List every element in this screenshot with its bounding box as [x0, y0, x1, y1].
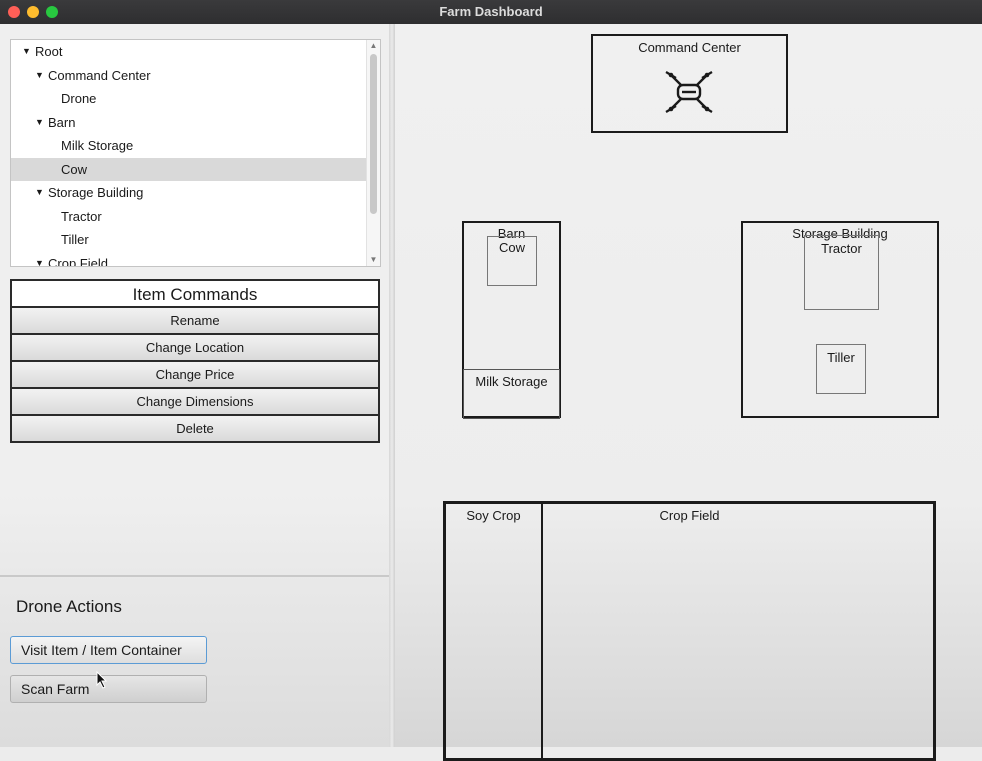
tree-scrollbar[interactable]: ▲ ▼ — [366, 40, 380, 266]
storage-building-box[interactable]: Storage Building Tractor Tiller — [741, 221, 939, 418]
delete-button[interactable]: Delete — [10, 416, 380, 443]
minimize-window-button[interactable] — [27, 6, 39, 18]
pane-divider — [0, 575, 389, 577]
change-dimensions-button[interactable]: Change Dimensions — [10, 389, 380, 416]
tree-item-crop-field[interactable]: ▼ Crop Field — [11, 252, 367, 267]
farm-map: Command Center Barn Cow Milk Storage Sto… — [395, 24, 982, 761]
window-title: Farm Dashboard — [439, 4, 543, 19]
scroll-up-icon[interactable]: ▲ — [367, 40, 380, 52]
rename-button[interactable]: Rename — [10, 308, 380, 335]
tree-item-tiller[interactable]: Tiller — [11, 228, 367, 251]
tree-item-command-center[interactable]: ▼ Command Center — [11, 64, 367, 87]
tree-item-drone[interactable]: Drone — [11, 87, 367, 110]
tree-item-label: Barn — [48, 115, 76, 130]
visit-item-button[interactable]: Visit Item / Item Container — [10, 636, 207, 664]
cow-label: Cow — [498, 240, 525, 255]
item-commands-title: Item Commands — [10, 279, 380, 308]
scroll-thumb[interactable] — [370, 54, 377, 214]
tree-item-label: Cow — [61, 162, 88, 177]
tree-item-label: Drone — [61, 91, 97, 106]
soy-crop-label: Soy Crop — [466, 508, 521, 523]
tree-item-label: Crop Field — [48, 256, 108, 267]
tree-item-tractor[interactable]: Tractor — [11, 205, 367, 228]
expand-triangle-icon[interactable]: ▼ — [35, 64, 44, 87]
tractor-box[interactable]: Tractor — [804, 235, 879, 310]
drone-icon[interactable] — [664, 67, 714, 117]
maximize-window-button[interactable] — [46, 6, 58, 18]
tree-item-label: Milk Storage — [61, 138, 134, 153]
drone-actions-title: Drone Actions — [16, 597, 122, 616]
change-price-button[interactable]: Change Price — [10, 362, 380, 389]
left-pane: ▼ Root ▼ Command Center Drone ▼ Barn Mil… — [0, 24, 389, 747]
farm-tree[interactable]: ▼ Root ▼ Command Center Drone ▼ Barn Mil… — [10, 39, 381, 267]
tree-item-barn[interactable]: ▼ Barn — [11, 111, 367, 134]
soy-crop-box[interactable]: Soy Crop — [443, 501, 543, 761]
expand-triangle-icon[interactable]: ▼ — [35, 111, 44, 134]
tree-item-label: Tractor — [61, 209, 102, 224]
tiller-box[interactable]: Tiller — [816, 344, 866, 394]
scroll-down-icon[interactable]: ▼ — [367, 254, 380, 266]
tree-item-storage-building[interactable]: ▼ Storage Building — [11, 181, 367, 204]
barn-box[interactable]: Barn Cow Milk Storage — [462, 221, 561, 419]
tree-item-label: Storage Building — [48, 185, 144, 200]
expand-triangle-icon[interactable]: ▼ — [35, 181, 44, 204]
change-location-button[interactable]: Change Location — [10, 335, 380, 362]
milk-storage-label: Milk Storage — [475, 374, 548, 389]
command-center-box[interactable]: Command Center — [591, 34, 788, 133]
tree-item-label: Root — [35, 44, 63, 59]
tree-item-milk-storage[interactable]: Milk Storage — [11, 134, 367, 157]
tree-item-root[interactable]: ▼ Root — [11, 40, 367, 63]
tree-item-label: Tiller — [61, 232, 89, 247]
tiller-label: Tiller — [827, 350, 855, 365]
crop-field-box[interactable]: Crop Field Soy Crop — [443, 501, 936, 761]
scan-farm-button[interactable]: Scan Farm — [10, 675, 207, 703]
command-center-label: Command Center — [638, 40, 741, 55]
milk-storage-box[interactable]: Milk Storage — [463, 369, 560, 419]
title-bar: Farm Dashboard — [0, 0, 982, 24]
tree-item-cow[interactable]: Cow — [11, 158, 367, 181]
cow-box[interactable]: Cow — [487, 236, 537, 286]
item-commands-panel: Item Commands Rename Change Location Cha… — [10, 279, 380, 443]
close-window-button[interactable] — [8, 6, 20, 18]
expand-triangle-icon[interactable]: ▼ — [22, 40, 31, 63]
tractor-label: Tractor — [821, 241, 862, 256]
tree-item-label: Command Center — [48, 68, 151, 83]
mouse-cursor-icon — [96, 671, 108, 689]
expand-triangle-icon[interactable]: ▼ — [35, 252, 44, 266]
